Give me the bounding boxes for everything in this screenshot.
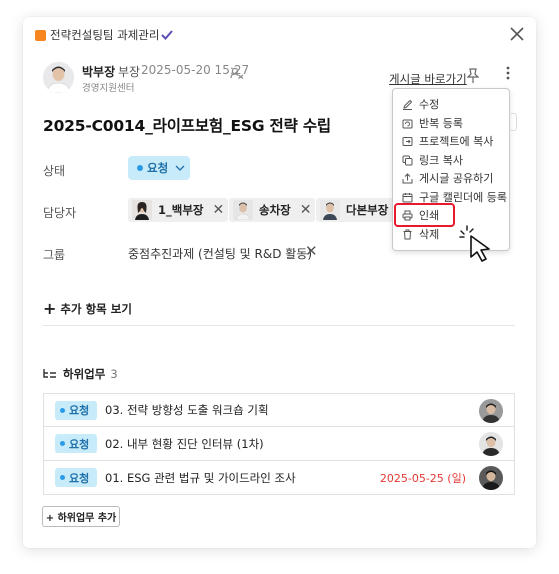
subtask-assignee-avatar[interactable] <box>479 432 503 456</box>
remove-assignee-icon[interactable]: ✕ <box>213 202 225 218</box>
copy-to-project-icon <box>402 136 413 146</box>
author-org: 경영지원센터 <box>82 83 135 94</box>
subtask-heading-label: 하위업무 <box>63 367 106 381</box>
assignee-avatar <box>233 200 253 220</box>
subtask-count: 3 <box>110 367 118 381</box>
menu-item-repeat[interactable]: 반복 등록 <box>402 115 463 131</box>
subtask-name[interactable]: 01. ESG 관련 법규 및 가이드라인 조사 <box>105 470 296 486</box>
status-dot-icon <box>137 165 143 171</box>
show-more-items-button[interactable]: + 추가 항목 보기 <box>43 298 132 318</box>
divider <box>43 325 515 326</box>
menu-item-delete[interactable]: 삭제 <box>402 226 439 242</box>
title-edit-box-edge <box>511 113 517 131</box>
subtask-list: 요청 03. 전략 방향성 도출 워크숍 기획 요청 02. 내부 현황 진단 … <box>43 393 515 495</box>
task-detail-panel: 전략컨설팅팀 과제관리 박부장 부장 2025-05-20 15:27 경영지원… <box>23 17 536 548</box>
trash-icon <box>403 229 412 239</box>
menu-item-label: 삭제 <box>419 228 440 241</box>
subtask-tree-icon <box>43 369 56 378</box>
author-rank: 부장 <box>118 65 141 79</box>
menu-item-edit[interactable]: 수정 <box>402 96 439 112</box>
project-name: 전략컨설팅팀 과제관리 <box>50 28 160 42</box>
author-avatar[interactable] <box>43 62 74 93</box>
menu-item-label: 프로젝트에 복사 <box>419 135 494 148</box>
subtask-status-badge[interactable]: 요청 <box>55 400 97 420</box>
print-highlight-box <box>394 203 455 227</box>
add-subtask-button[interactable]: + 하위업무 추가 <box>42 506 120 527</box>
subtask-name[interactable]: 03. 전략 방향성 도출 워크숍 기획 <box>105 402 269 418</box>
assignee-name: 송차장 <box>259 203 291 217</box>
close-icon[interactable] <box>510 26 524 45</box>
click-cursor-icon <box>459 225 497 269</box>
show-more-items-label: 추가 항목 보기 <box>60 302 132 316</box>
goto-post-link[interactable]: 게시글 바로가기 <box>389 71 467 87</box>
assignee-chip[interactable]: 1_백부장 ✕ <box>128 198 229 222</box>
repeat-calendar-icon <box>402 119 413 128</box>
status-value: 요청 <box>147 161 169 175</box>
subtask-status: 요청 <box>69 437 90 451</box>
author-name[interactable]: 박부장 <box>82 63 115 80</box>
group-label: 그룹 <box>43 248 66 262</box>
subtask-row[interactable]: 요청 01. ESG 관련 법규 및 가이드라인 조사 2025-05-25 (… <box>43 461 515 495</box>
menu-item-copy-to-project[interactable]: 프로젝트에 복사 <box>402 133 493 149</box>
subtask-status: 요청 <box>69 471 90 485</box>
task-title[interactable]: 2025-C0014_라이프보험_ESG 전략 수립 <box>43 114 331 136</box>
menu-item-copy-link[interactable]: 링크 복사 <box>402 152 463 168</box>
status-dropdown[interactable]: 요청 <box>128 156 190 180</box>
status-label: 상태 <box>43 164 66 178</box>
assignee-name: 1_백부장 <box>158 203 204 217</box>
status-dot-icon <box>60 475 65 480</box>
assignee-chip[interactable]: 송차장 ✕ <box>229 198 316 222</box>
assignee-name: 다본부장 <box>346 203 389 217</box>
more-options-icon[interactable] <box>500 66 515 80</box>
chevron-down-icon <box>175 165 185 171</box>
status-dot-icon <box>60 441 65 446</box>
calendar-icon <box>402 192 413 202</box>
menu-item-label: 수정 <box>419 98 440 111</box>
assignee-avatar <box>132 200 152 220</box>
subtask-row[interactable]: 요청 03. 전략 방향성 도출 워크숍 기획 <box>43 393 515 427</box>
assignee-avatar <box>320 200 340 220</box>
subtask-status-badge[interactable]: 요청 <box>55 468 97 487</box>
pin-icon[interactable] <box>466 68 480 88</box>
subtask-assignee-avatar[interactable] <box>479 466 503 490</box>
assignee-label: 담당자 <box>43 206 77 220</box>
subtask-due-date: 2025-05-25 (일) <box>379 471 466 485</box>
pencil-icon <box>403 99 413 110</box>
menu-item-label: 반복 등록 <box>419 117 463 130</box>
subtask-status-badge[interactable]: 요청 <box>55 434 97 453</box>
group-value[interactable]: 중점추진과제 (컨설팅 및 R&D 활동) <box>128 245 312 262</box>
subtask-status: 요청 <box>69 404 90 417</box>
plus-icon: + <box>43 299 57 318</box>
subtask-assignee-avatar[interactable] <box>479 399 503 423</box>
remove-group-icon[interactable]: ✕ <box>305 242 318 260</box>
subtask-heading: 하위업무 3 <box>43 366 118 382</box>
remove-assignee-icon[interactable]: ✕ <box>300 202 312 218</box>
assignee-chip[interactable]: 다본부장 <box>316 198 393 222</box>
menu-item-label: 게시글 공유하기 <box>419 172 494 185</box>
menu-item-label: 링크 복사 <box>419 154 463 167</box>
status-dot-icon <box>60 407 65 413</box>
menu-item-share[interactable]: 게시글 공유하기 <box>402 170 493 186</box>
subtask-name[interactable]: 02. 내부 현황 진단 인터뷰 (1차) <box>105 436 264 452</box>
project-color-icon <box>35 29 46 41</box>
copy-icon <box>402 155 413 165</box>
read-status-icon[interactable] <box>230 64 244 83</box>
project-breadcrumb[interactable]: 전략컨설팅팀 과제관리 <box>35 27 174 43</box>
share-icon <box>402 172 413 183</box>
subtask-row[interactable]: 요청 02. 내부 현황 진단 인터뷰 (1차) <box>43 427 515 461</box>
verified-check-icon <box>161 30 174 40</box>
